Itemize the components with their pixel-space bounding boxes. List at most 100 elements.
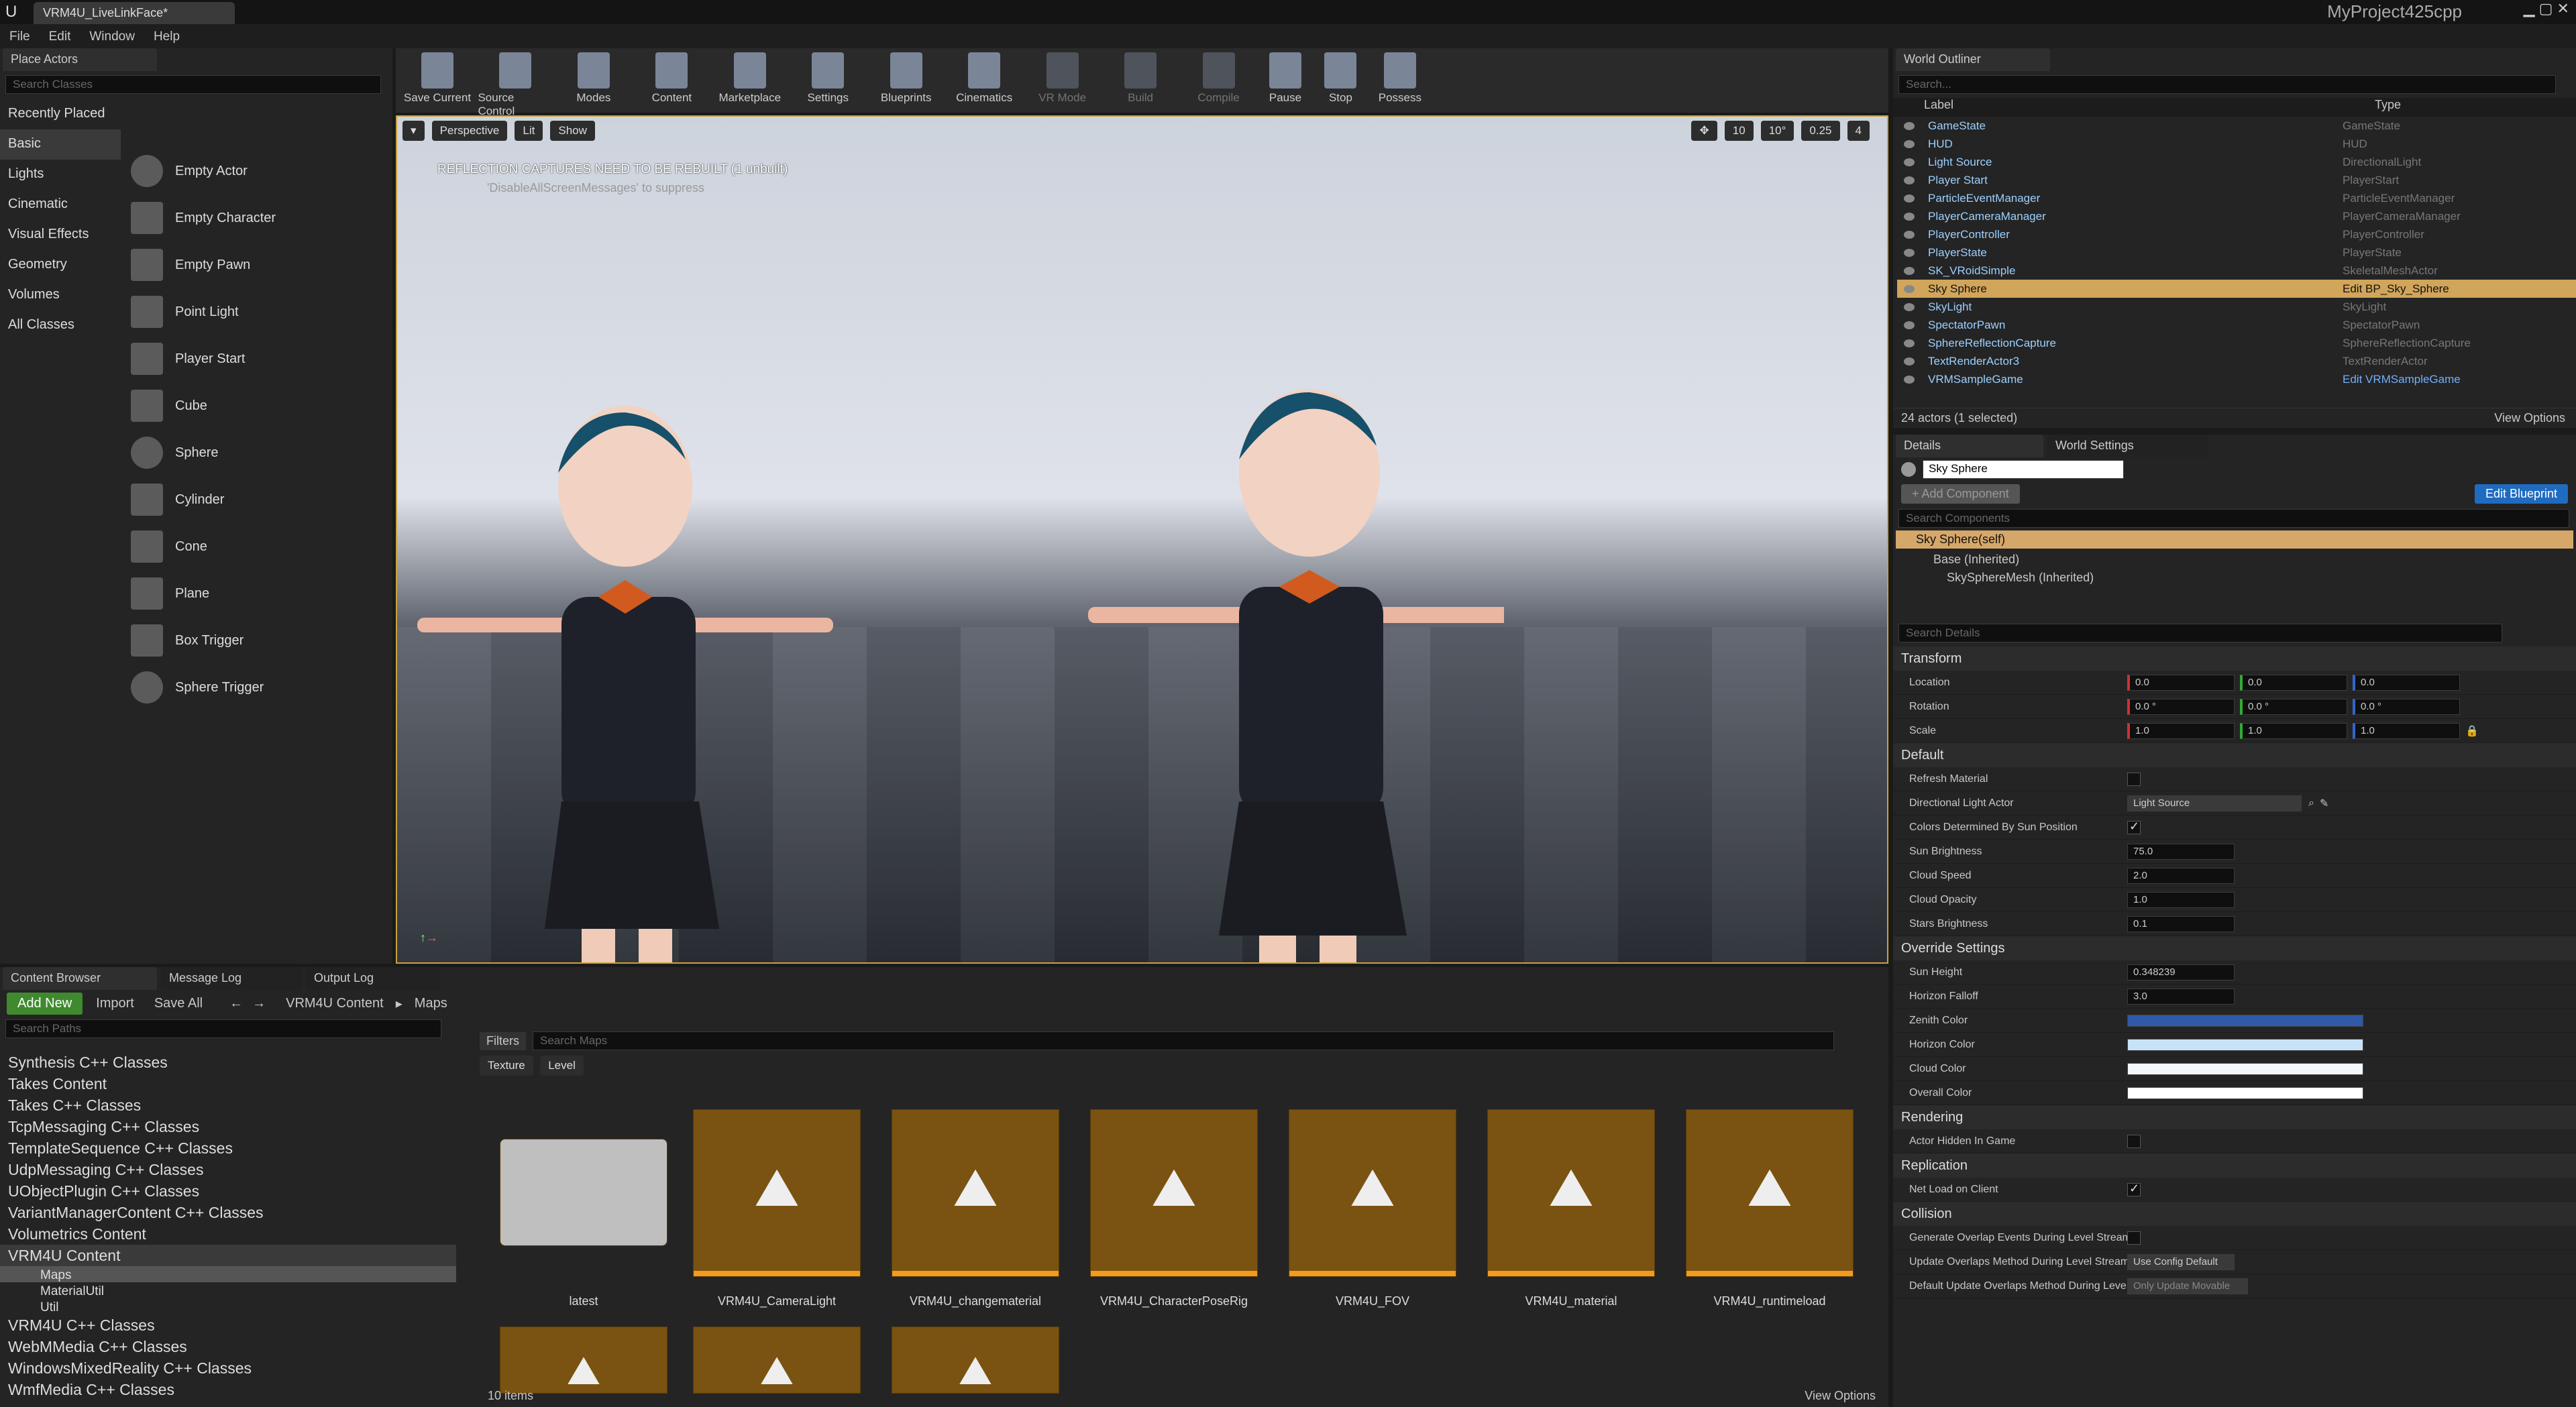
- cloud-color-swatch[interactable]: [2127, 1062, 2363, 1075]
- perspective-button[interactable]: Perspective: [431, 121, 508, 141]
- map-tile[interactable]: ⛰: [500, 1327, 667, 1394]
- actor-cube[interactable]: Cube: [124, 382, 389, 429]
- rotation-x[interactable]: 0.0 °: [2127, 698, 2235, 715]
- cat-geometry[interactable]: Geometry: [0, 250, 121, 280]
- outliner-row[interactable]: SpectatorPawn SpectatorPawn: [1897, 316, 2576, 334]
- outliner-row[interactable]: Light Source DirectionalLight: [1897, 153, 2576, 171]
- tree-item[interactable]: UObjectPlugin C++ Classes: [0, 1180, 456, 1202]
- cloud-speed-field[interactable]: 2.0: [2127, 867, 2235, 884]
- gen-overlap-checkbox[interactable]: [2127, 1231, 2141, 1245]
- dir-light-select[interactable]: Light Source: [2127, 795, 2302, 811]
- map-tile[interactable]: ⛰: [1090, 1109, 1258, 1277]
- tree-item[interactable]: UdpMessaging C++ Classes: [0, 1159, 456, 1180]
- tree-item[interactable]: VariantManagerContent C++ Classes: [0, 1202, 456, 1223]
- outliner-row[interactable]: ParticleEventManager ParticleEventManager: [1897, 189, 2576, 207]
- import-button[interactable]: Import: [96, 996, 134, 1011]
- colors-by-sun-checkbox[interactable]: [2127, 820, 2141, 834]
- details-tab[interactable]: Details: [1896, 435, 2043, 457]
- map-tile[interactable]: ⛰: [892, 1327, 1059, 1394]
- search-components-input[interactable]: Search Components: [1898, 509, 2569, 528]
- col-type[interactable]: Type: [2375, 98, 2401, 117]
- eye-icon[interactable]: [1904, 194, 1915, 203]
- actor-plane[interactable]: Plane: [124, 570, 389, 617]
- map-tile[interactable]: ⛰: [1289, 1109, 1456, 1277]
- outliner-row[interactable]: VRMSampleGame Edit VRMSampleGame: [1897, 370, 2576, 388]
- cb-view-options-button[interactable]: View Options: [1805, 1389, 1876, 1403]
- update-overlaps-select[interactable]: Use Config Default: [2127, 1253, 2235, 1270]
- add-new-button[interactable]: Add New: [7, 992, 83, 1015]
- actor-box-trigger[interactable]: Box Trigger: [124, 617, 389, 664]
- tree-item[interactable]: TemplateSequence C++ Classes: [0, 1137, 456, 1159]
- cat-basic[interactable]: Basic: [0, 129, 121, 160]
- horizon-color-swatch[interactable]: [2127, 1038, 2363, 1051]
- menu-edit[interactable]: Edit: [40, 24, 80, 50]
- outliner-row[interactable]: PlayerCameraManager PlayerCameraManager: [1897, 207, 2576, 225]
- scale-y[interactable]: 1.0: [2240, 722, 2347, 739]
- message-log-tab[interactable]: Message Log: [161, 967, 302, 990]
- content-button[interactable]: Content: [634, 48, 709, 105]
- tree-item[interactable]: Takes C++ Classes: [0, 1094, 456, 1116]
- location-x[interactable]: 0.0: [2127, 674, 2235, 691]
- actor-sphere[interactable]: Sphere: [124, 429, 389, 476]
- possess-button[interactable]: Possess: [1370, 48, 1430, 105]
- scale-snap-value[interactable]: 0.25: [1801, 121, 1840, 141]
- prop-label[interactable]: Scale: [1909, 725, 2127, 737]
- filters-button[interactable]: Filters: [480, 1031, 526, 1050]
- outliner-row[interactable]: SkyLight SkyLight: [1897, 298, 2576, 316]
- collision-section[interactable]: Collision: [1893, 1202, 2576, 1226]
- hidden-in-game-checkbox[interactable]: [2127, 1134, 2141, 1148]
- viewport-menu-button[interactable]: ▾: [402, 121, 425, 141]
- outliner-row[interactable]: SK_VRoidSimple SkeletalMeshActor: [1897, 262, 2576, 280]
- refresh-material-checkbox[interactable]: [2127, 772, 2141, 786]
- eye-icon[interactable]: [1904, 176, 1915, 184]
- add-component-button[interactable]: + Add Component: [1901, 484, 2020, 504]
- tree-item[interactable]: Util: [0, 1298, 456, 1314]
- output-log-tab[interactable]: Output Log: [306, 967, 440, 990]
- eye-icon[interactable]: [1904, 158, 1915, 166]
- default-section[interactable]: Default: [1893, 743, 2576, 767]
- replication-section[interactable]: Replication: [1893, 1153, 2576, 1178]
- actor-point-light[interactable]: Point Light: [124, 288, 389, 335]
- prop-label[interactable]: Location: [1909, 677, 2127, 689]
- rotation-y[interactable]: 0.0 °: [2240, 698, 2347, 715]
- save-current-button[interactable]: Save Current: [400, 48, 475, 105]
- tree-item[interactable]: Volumetrics Content: [0, 1223, 456, 1245]
- cat-volumes[interactable]: Volumes: [0, 280, 121, 311]
- eye-icon[interactable]: [1904, 375, 1915, 384]
- outliner-row[interactable]: Player Start PlayerStart: [1897, 171, 2576, 189]
- search-paths-input[interactable]: Search Paths: [5, 1019, 441, 1038]
- eye-icon[interactable]: [1904, 266, 1915, 275]
- outliner-row-selected[interactable]: Sky Sphere Edit BP_Sky_Sphere: [1897, 280, 2576, 298]
- cloud-opacity-field[interactable]: 1.0: [2127, 891, 2235, 908]
- actor-empty-character[interactable]: Empty Character: [124, 194, 389, 241]
- scale-x[interactable]: 1.0: [2127, 722, 2235, 739]
- blueprints-button[interactable]: Blueprints: [869, 48, 944, 105]
- camera-speed-value[interactable]: 4: [1847, 121, 1870, 141]
- show-button[interactable]: Show: [550, 121, 595, 141]
- world-outliner-tab[interactable]: World Outliner: [1896, 48, 2050, 71]
- cat-lights[interactable]: Lights: [0, 160, 121, 190]
- eye-icon[interactable]: [1904, 139, 1915, 148]
- outliner-search-input[interactable]: Search...: [1898, 75, 2556, 94]
- eye-icon[interactable]: [1904, 302, 1915, 311]
- col-label[interactable]: Label: [1924, 98, 2375, 117]
- map-tile[interactable]: ⛰: [1686, 1109, 1854, 1277]
- actor-player-start[interactable]: Player Start: [124, 335, 389, 382]
- compile-button[interactable]: Compile: [1181, 48, 1256, 105]
- component-self[interactable]: Sky Sphere(self): [1896, 530, 2573, 549]
- outliner-row[interactable]: TextRenderActor3 TextRenderActor: [1897, 352, 2576, 370]
- outliner-row[interactable]: SphereReflectionCapture SphereReflectionC…: [1897, 334, 2576, 352]
- actor-empty-pawn[interactable]: Empty Pawn: [124, 241, 389, 288]
- overall-color-swatch[interactable]: [2127, 1086, 2363, 1099]
- eye-icon[interactable]: [1904, 248, 1915, 257]
- eye-icon[interactable]: [1904, 230, 1915, 239]
- actor-name-field[interactable]: Sky Sphere: [1923, 460, 2124, 479]
- eye-icon[interactable]: [1904, 321, 1915, 329]
- tree-item[interactable]: WindowsMixedReality C++ Classes: [0, 1357, 456, 1379]
- vr-mode-button[interactable]: VR Mode: [1025, 48, 1100, 105]
- tree-item[interactable]: Synthesis C++ Classes: [0, 1052, 456, 1073]
- filter-tag-level[interactable]: Level: [540, 1056, 584, 1076]
- place-actors-tab[interactable]: Place Actors: [3, 48, 157, 71]
- outliner-row[interactable]: GameState GameState: [1897, 117, 2576, 135]
- pause-button[interactable]: Pause: [1259, 48, 1311, 105]
